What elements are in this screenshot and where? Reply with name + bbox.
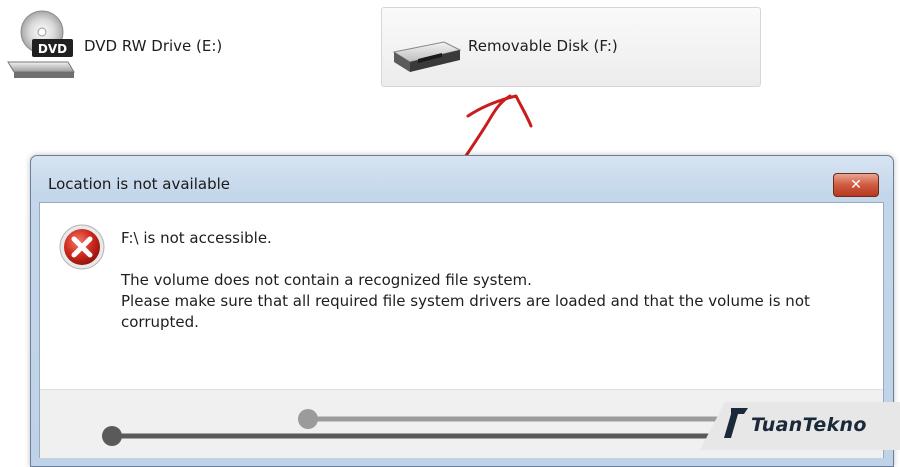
dialog-title: Location is not available (48, 175, 230, 193)
error-message-line: Please make sure that all required file … (121, 292, 810, 331)
error-icon (59, 224, 105, 270)
close-icon: ✕ (850, 177, 862, 193)
removable-disk-icon (392, 41, 462, 72)
close-button[interactable]: ✕ (833, 173, 879, 197)
drive-item-dvd[interactable]: DVD DVD RW Drive (E:) (4, 10, 304, 80)
dvd-badge: DVD (38, 42, 67, 56)
drive-label-removable: Removable Disk (F:) (468, 37, 618, 55)
dvd-drive-icon: DVD (7, 10, 75, 78)
error-heading: F:\ is not accessible. (121, 229, 272, 247)
error-message: The volume does not contain a recognized… (121, 270, 861, 333)
drive-item-removable[interactable]: Removable Disk (F:) (381, 7, 761, 87)
watermark-text: TuanTekno (751, 414, 867, 436)
drive-label-dvd: DVD RW Drive (E:) (84, 37, 223, 55)
error-message-line: The volume does not contain a recognized… (121, 271, 532, 289)
